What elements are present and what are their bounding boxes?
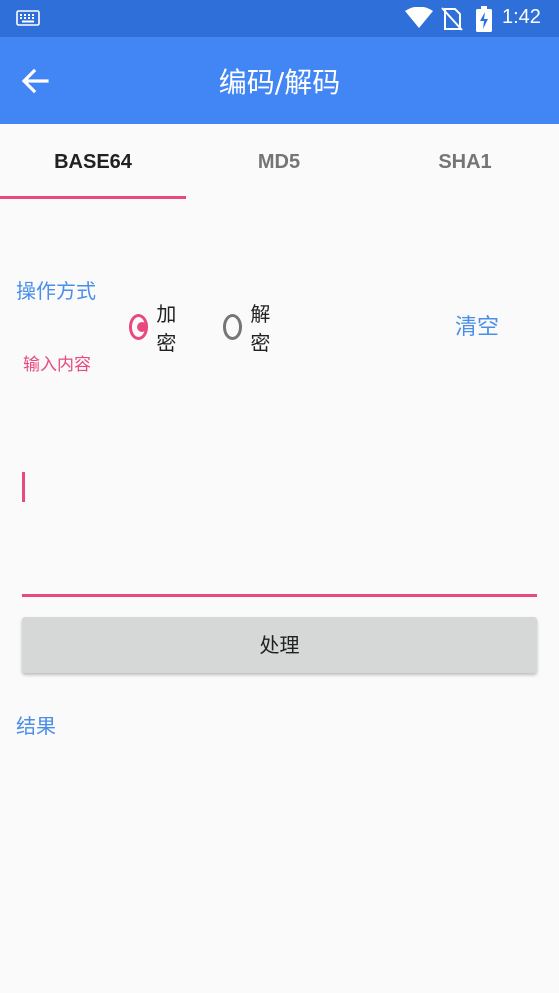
tab-bar: BASE64 MD5 SHA1 [0, 124, 559, 200]
radio-unchecked-icon [223, 314, 243, 340]
operation-label: 操作方式 [16, 279, 96, 303]
input-underline [22, 594, 537, 597]
no-sim-icon [441, 7, 463, 35]
result-label: 结果 [16, 714, 56, 738]
tab-base64[interactable]: BASE64 [0, 124, 186, 200]
result-output [16, 745, 543, 975]
text-caret [22, 472, 25, 502]
process-button[interactable]: 处理 [22, 617, 537, 673]
tab-indicator [0, 196, 186, 199]
input-field[interactable]: 输入内容 [22, 348, 537, 598]
decrypt-radio[interactable]: 解密 [223, 302, 277, 355]
tab-md5[interactable]: MD5 [186, 124, 372, 200]
page-title: 编码/解码 [218, 66, 341, 99]
status-time: 1:42 [502, 6, 541, 28]
encrypt-radio[interactable]: 加密 [129, 302, 183, 355]
wifi-icon [405, 6, 433, 33]
radio-checked-icon [129, 314, 149, 340]
keyboard-icon [16, 10, 40, 30]
status-bar: 1:42 [0, 0, 559, 37]
app-bar: 编码/解码 [0, 37, 559, 124]
clear-button[interactable]: 清空 [440, 310, 514, 346]
battery-charging-icon [476, 6, 492, 36]
input-hint-label: 输入内容 [23, 355, 91, 375]
tab-sha1[interactable]: SHA1 [372, 124, 558, 200]
